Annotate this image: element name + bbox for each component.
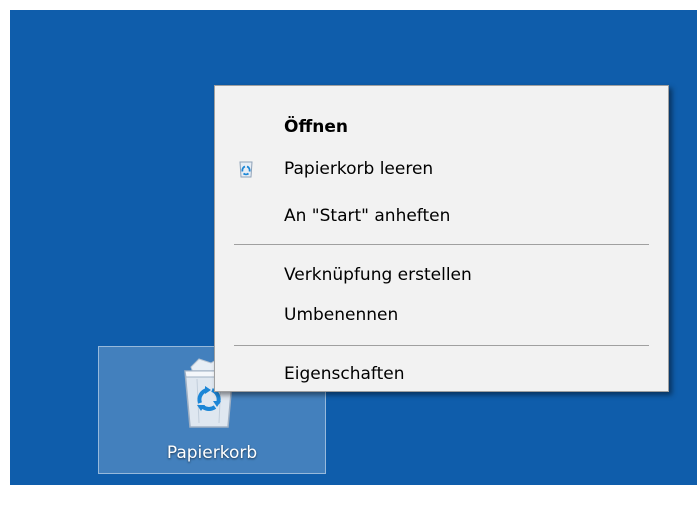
menu-item-label: An "Start" anheften — [284, 206, 451, 226]
menu-separator — [234, 244, 649, 245]
menu-item-properties[interactable]: Eigenschaften — [216, 356, 667, 392]
menu-item-label: Öffnen — [284, 117, 348, 137]
menu-item-rename[interactable]: Umbenennen — [216, 297, 667, 333]
menu-item-label: Verknüpfung erstellen — [284, 265, 472, 285]
menu-item-label: Eigenschaften — [284, 364, 405, 384]
menu-item-empty-recycle-bin[interactable]: Papierkorb leeren — [216, 151, 667, 187]
context-menu: Öffnen Papierkorb leeren An "Start" anhe… — [214, 85, 669, 392]
menu-item-label: Papierkorb leeren — [284, 159, 434, 179]
menu-item-label: Umbenennen — [284, 305, 399, 325]
menu-item-create-shortcut[interactable]: Verknüpfung erstellen — [216, 257, 667, 293]
desktop[interactable]: Papierkorb Öffnen Papierkorb leeren An "… — [10, 10, 697, 485]
recycle-bin-small-icon — [239, 161, 253, 178]
menu-separator — [234, 345, 649, 346]
menu-item-pin-to-start[interactable]: An "Start" anheften — [216, 198, 667, 234]
desktop-icon-label: Papierkorb — [166, 443, 258, 463]
menu-item-open[interactable]: Öffnen — [216, 109, 667, 145]
